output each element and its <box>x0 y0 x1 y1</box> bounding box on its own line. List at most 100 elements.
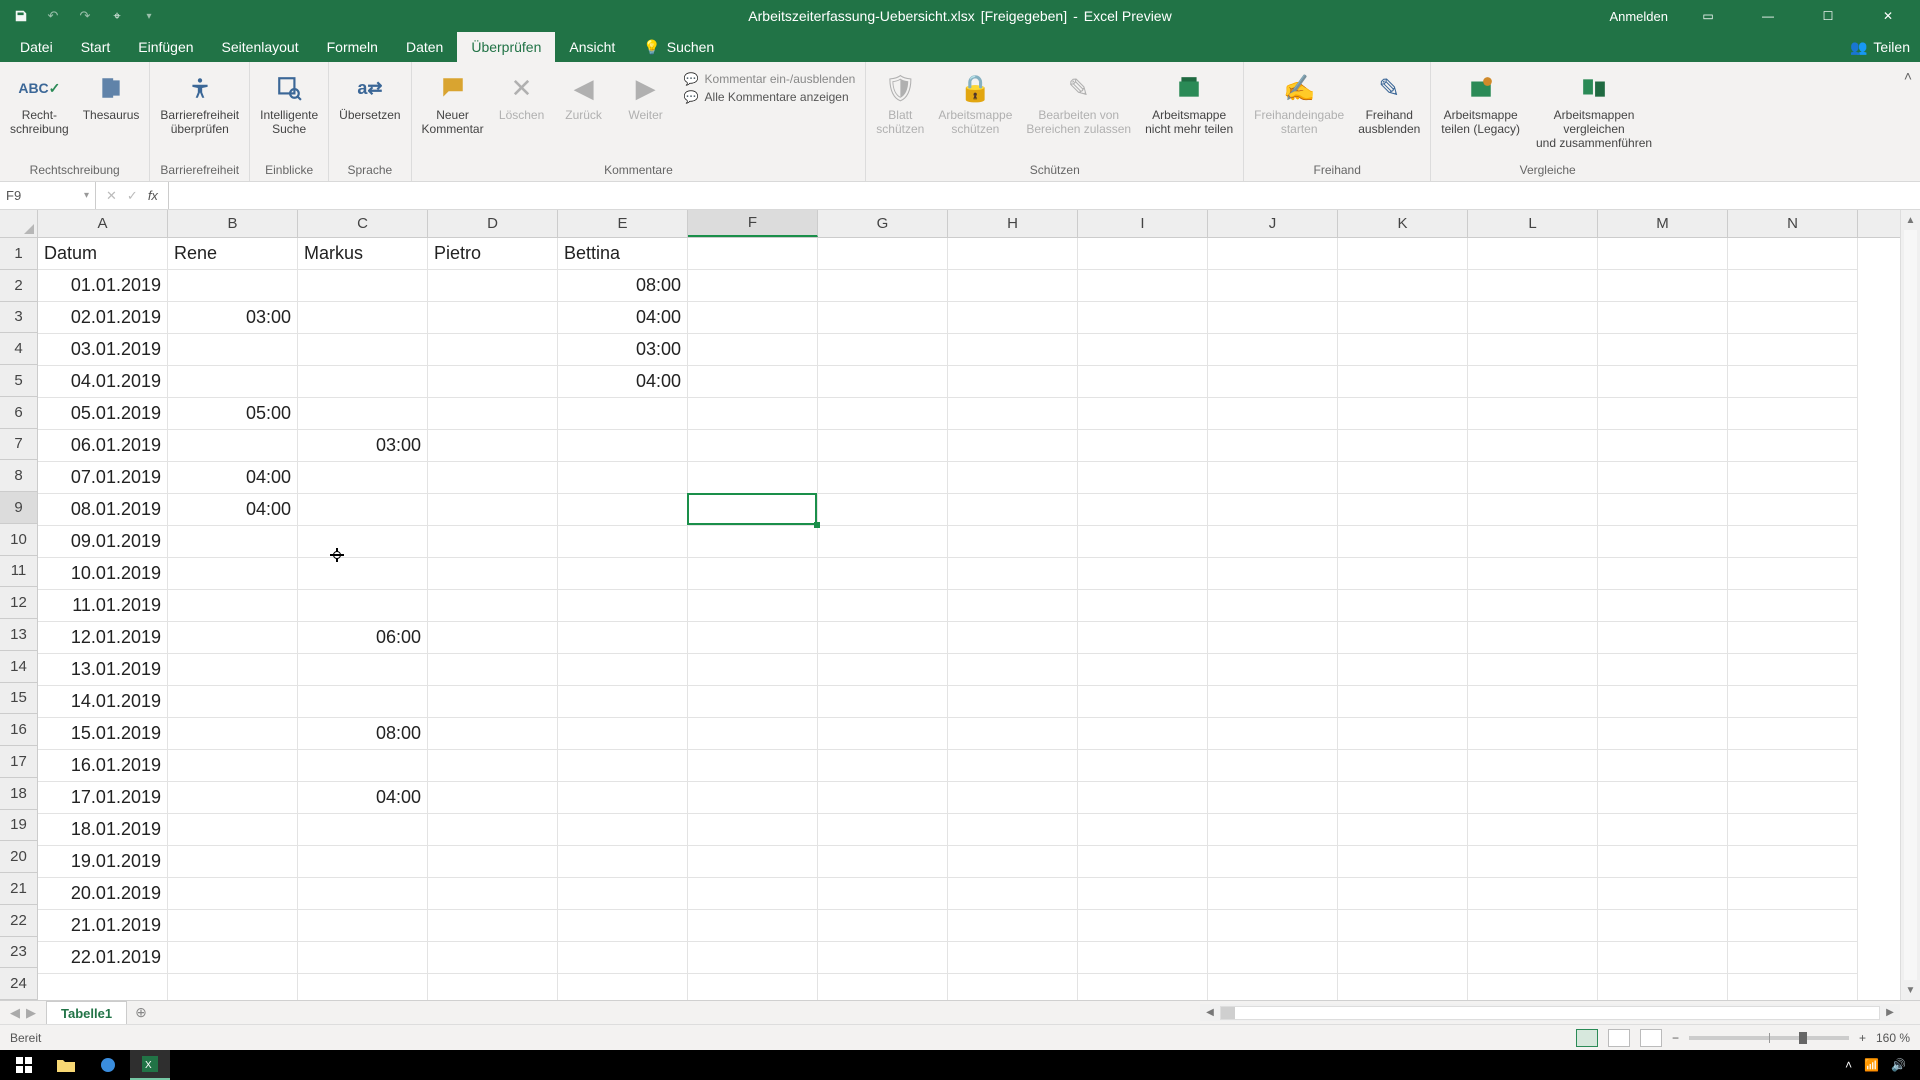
zoom-level[interactable]: 160 % <box>1876 1031 1910 1045</box>
tray-network-icon[interactable]: 📶 <box>1864 1058 1879 1072</box>
cell-C1[interactable]: Markus <box>298 238 428 270</box>
cell-J17[interactable] <box>1208 750 1338 782</box>
col-header-H[interactable]: H <box>948 210 1078 237</box>
cell-D21[interactable] <box>428 878 558 910</box>
zoom-out-icon[interactable]: − <box>1672 1031 1679 1045</box>
cell-N6[interactable] <box>1728 398 1858 430</box>
cell-I1[interactable] <box>1078 238 1208 270</box>
cell-N18[interactable] <box>1728 782 1858 814</box>
cell-L2[interactable] <box>1468 270 1598 302</box>
share-button[interactable]: 👥 Teilen <box>1850 39 1910 56</box>
cell-J11[interactable] <box>1208 558 1338 590</box>
cell-A5[interactable]: 04.01.2019 <box>38 366 168 398</box>
cell-H10[interactable] <box>948 526 1078 558</box>
cell-H9[interactable] <box>948 494 1078 526</box>
cell-I4[interactable] <box>1078 334 1208 366</box>
column-headers[interactable]: ABCDEFGHIJKLMN <box>38 210 1900 238</box>
cell-D24[interactable] <box>428 974 558 1000</box>
cell-J10[interactable] <box>1208 526 1338 558</box>
cell-F9[interactable] <box>688 494 818 526</box>
cell-I3[interactable] <box>1078 302 1208 334</box>
cell-C24[interactable] <box>298 974 428 1000</box>
cell-M12[interactable] <box>1598 590 1728 622</box>
cell-J9[interactable] <box>1208 494 1338 526</box>
cell-I22[interactable] <box>1078 910 1208 942</box>
col-header-L[interactable]: L <box>1468 210 1598 237</box>
cell-J5[interactable] <box>1208 366 1338 398</box>
cell-L12[interactable] <box>1468 590 1598 622</box>
cell-M24[interactable] <box>1598 974 1728 1000</box>
col-header-G[interactable]: G <box>818 210 948 237</box>
cell-A20[interactable]: 19.01.2019 <box>38 846 168 878</box>
row-header-1[interactable]: 1 <box>0 238 38 270</box>
cell-A3[interactable]: 02.01.2019 <box>38 302 168 334</box>
worksheet[interactable]: ABCDEFGHIJKLMN 1234567891011121314151617… <box>0 210 1920 1000</box>
cell-C10[interactable] <box>298 526 428 558</box>
cell-G23[interactable] <box>818 942 948 974</box>
cell-L24[interactable] <box>1468 974 1598 1000</box>
cell-A23[interactable]: 22.01.2019 <box>38 942 168 974</box>
col-header-F[interactable]: F <box>688 210 818 237</box>
cell-C9[interactable] <box>298 494 428 526</box>
btn-uebersetzen[interactable]: a⇄ Übersetzen <box>339 72 400 122</box>
tab-ansicht[interactable]: Ansicht <box>555 32 629 62</box>
cell-K23[interactable] <box>1338 942 1468 974</box>
cell-F6[interactable] <box>688 398 818 430</box>
cell-F12[interactable] <box>688 590 818 622</box>
cell-G16[interactable] <box>818 718 948 750</box>
cell-N10[interactable] <box>1728 526 1858 558</box>
cell-F4[interactable] <box>688 334 818 366</box>
scroll-down-icon[interactable]: ▼ <box>1901 980 1920 1000</box>
cell-A14[interactable]: 13.01.2019 <box>38 654 168 686</box>
cell-F2[interactable] <box>688 270 818 302</box>
cell-C3[interactable] <box>298 302 428 334</box>
cell-I6[interactable] <box>1078 398 1208 430</box>
cell-B20[interactable] <box>168 846 298 878</box>
cell-C2[interactable] <box>298 270 428 302</box>
cell-K20[interactable] <box>1338 846 1468 878</box>
cell-H18[interactable] <box>948 782 1078 814</box>
cell-K17[interactable] <box>1338 750 1468 782</box>
cell-F10[interactable] <box>688 526 818 558</box>
maximize-icon[interactable]: ☐ <box>1808 0 1848 32</box>
undo-icon[interactable]: ↶ <box>42 5 64 27</box>
cell-E22[interactable] <box>558 910 688 942</box>
btn-mappen-vergleichen[interactable]: Arbeitsmappen vergleichen und zusammenfü… <box>1534 72 1654 150</box>
cell-A2[interactable]: 01.01.2019 <box>38 270 168 302</box>
cell-N21[interactable] <box>1728 878 1858 910</box>
cell-H7[interactable] <box>948 430 1078 462</box>
cell-C8[interactable] <box>298 462 428 494</box>
select-all-triangle[interactable] <box>0 210 38 238</box>
col-header-D[interactable]: D <box>428 210 558 237</box>
cell-G7[interactable] <box>818 430 948 462</box>
cell-J21[interactable] <box>1208 878 1338 910</box>
cell-N11[interactable] <box>1728 558 1858 590</box>
row-header-17[interactable]: 17 <box>0 746 38 778</box>
cell-C13[interactable]: 06:00 <box>298 622 428 654</box>
cell-J18[interactable] <box>1208 782 1338 814</box>
cell-F13[interactable] <box>688 622 818 654</box>
cell-G5[interactable] <box>818 366 948 398</box>
cell-I17[interactable] <box>1078 750 1208 782</box>
cell-J24[interactable] <box>1208 974 1338 1000</box>
cell-L13[interactable] <box>1468 622 1598 654</box>
cell-K5[interactable] <box>1338 366 1468 398</box>
cell-K22[interactable] <box>1338 910 1468 942</box>
btn-barrierefreiheit[interactable]: Barrierefreiheit überprüfen <box>160 72 239 136</box>
cell-A12[interactable]: 11.01.2019 <box>38 590 168 622</box>
scroll-left-icon[interactable]: ◀ <box>1200 1007 1220 1018</box>
row-header-24[interactable]: 24 <box>0 968 38 1000</box>
cell-I10[interactable] <box>1078 526 1208 558</box>
cell-C7[interactable]: 03:00 <box>298 430 428 462</box>
cell-H21[interactable] <box>948 878 1078 910</box>
cell-K16[interactable] <box>1338 718 1468 750</box>
cell-M4[interactable] <box>1598 334 1728 366</box>
cell-N13[interactable] <box>1728 622 1858 654</box>
cell-F18[interactable] <box>688 782 818 814</box>
cell-B15[interactable] <box>168 686 298 718</box>
cell-E8[interactable] <box>558 462 688 494</box>
row-header-4[interactable]: 4 <box>0 333 38 365</box>
cell-N3[interactable] <box>1728 302 1858 334</box>
cell-A13[interactable]: 12.01.2019 <box>38 622 168 654</box>
cell-B6[interactable]: 05:00 <box>168 398 298 430</box>
